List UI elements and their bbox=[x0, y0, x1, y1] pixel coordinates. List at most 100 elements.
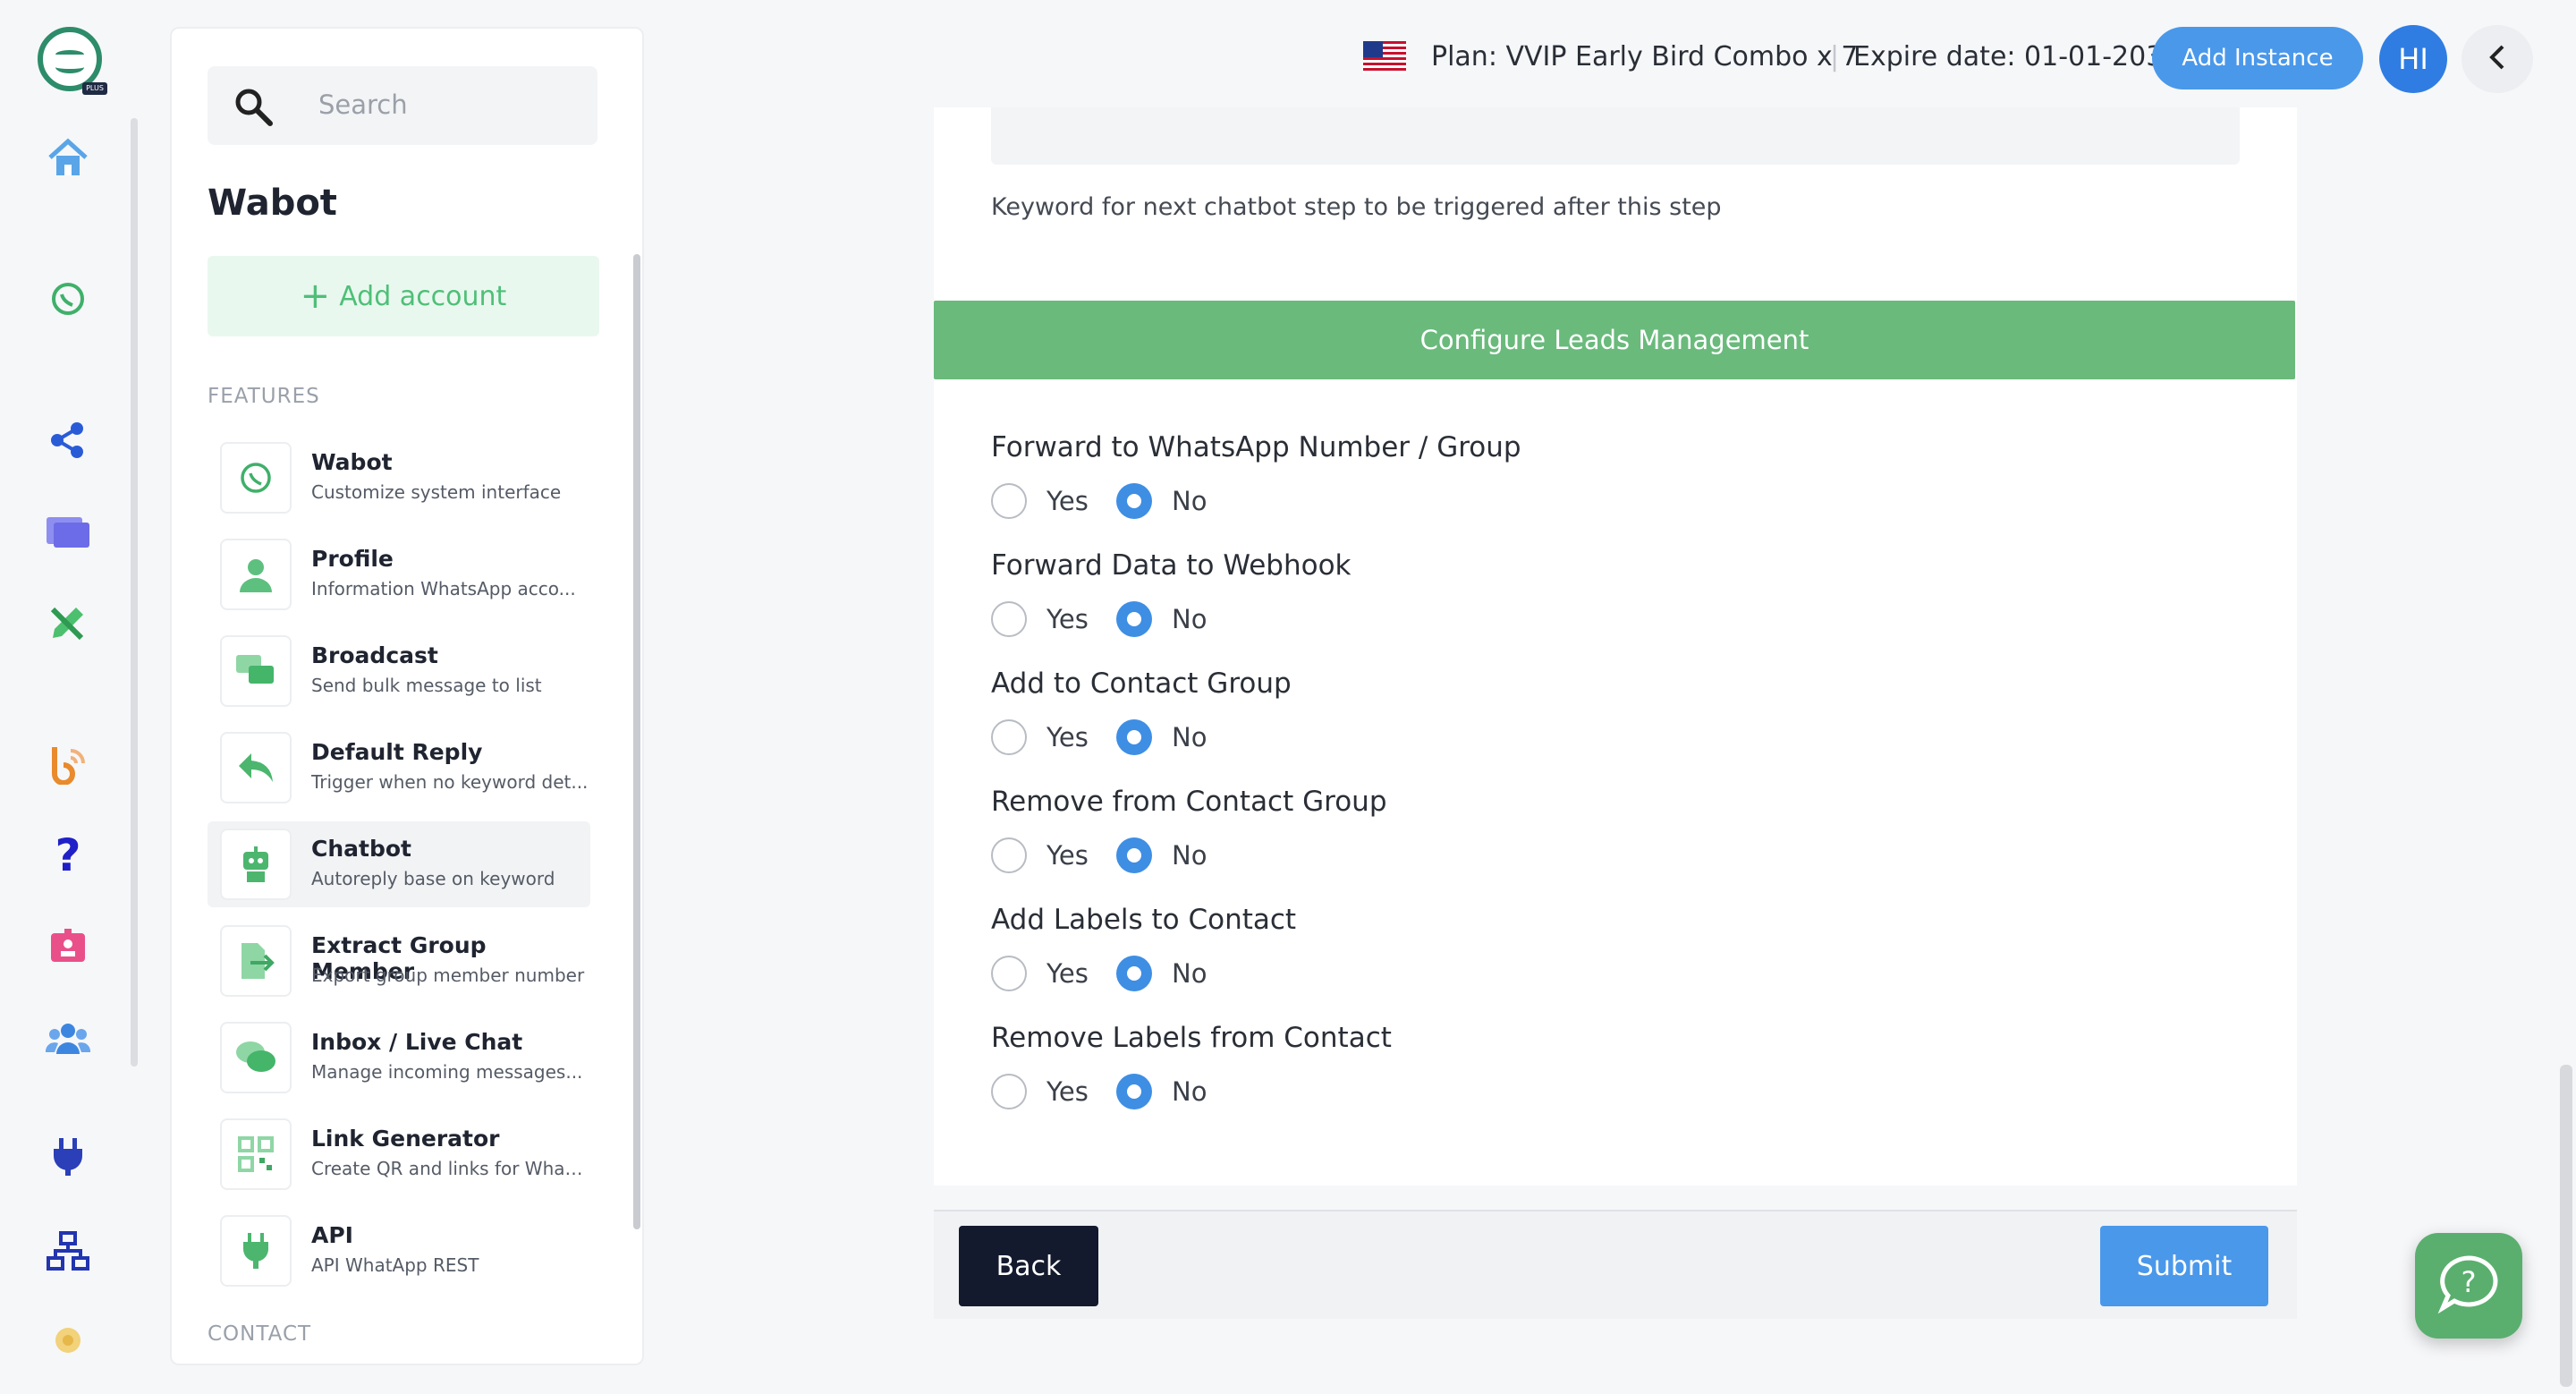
radio-no[interactable]: No bbox=[1116, 956, 1207, 991]
plug-icon[interactable] bbox=[43, 1131, 93, 1181]
help-question-icon[interactable]: ? bbox=[43, 829, 93, 881]
radio-label: Yes bbox=[1046, 958, 1089, 989]
feature-item-api[interactable]: API API WhatApp REST bbox=[208, 1208, 590, 1294]
add-instance-button[interactable]: Add Instance bbox=[2152, 27, 2363, 89]
us-flag-icon[interactable] bbox=[1363, 41, 1406, 73]
radio-circle[interactable] bbox=[991, 483, 1027, 519]
feature-item-default-reply[interactable]: Default Reply Trigger when no keyword de… bbox=[208, 725, 590, 811]
radio-circle-selected[interactable] bbox=[1116, 837, 1152, 873]
section-features-label: FEATURES bbox=[208, 385, 320, 408]
feature-item-chatbot[interactable]: Chatbot Autoreply base on keyword bbox=[208, 821, 590, 907]
feature-desc: Customize system interface bbox=[311, 481, 562, 503]
chevron-left-icon bbox=[2487, 44, 2508, 74]
feature-sidebar: Search Wabot + Add account FEATURES Wabo… bbox=[170, 27, 644, 1365]
export-file-icon bbox=[220, 925, 292, 997]
chat-bubbles-icon bbox=[220, 635, 292, 707]
radio-no[interactable]: No bbox=[1116, 719, 1207, 755]
app-logo[interactable]: PLUS bbox=[38, 27, 107, 95]
expire-date-text: Expire date: 01-01-2038 bbox=[1853, 41, 2181, 72]
pencil-ruler-icon[interactable] bbox=[43, 598, 93, 648]
feature-name: Link Generator bbox=[311, 1126, 500, 1152]
radio-label: No bbox=[1172, 840, 1208, 871]
radio-label: No bbox=[1172, 722, 1208, 752]
user-avatar[interactable]: HI bbox=[2379, 25, 2447, 93]
keyword-hint: Keyword for next chatbot step to be trig… bbox=[991, 193, 1722, 221]
page-scrollbar[interactable] bbox=[2560, 1065, 2572, 1387]
users-icon[interactable] bbox=[43, 1013, 93, 1063]
search-box[interactable]: Search bbox=[208, 66, 597, 145]
radio-yes[interactable]: Yes bbox=[991, 837, 1089, 873]
section-contact-label: CONTACT bbox=[208, 1322, 312, 1346]
chatbot-form-card: Keyword for next chatbot step to be trig… bbox=[934, 107, 2297, 1186]
feature-item-inbox-live-chat[interactable]: Inbox / Live Chat Manage incoming messag… bbox=[208, 1015, 590, 1101]
reply-icon bbox=[220, 732, 292, 803]
radio-label: No bbox=[1172, 486, 1208, 516]
feature-name: Profile bbox=[311, 546, 394, 572]
feature-name: Inbox / Live Chat bbox=[311, 1029, 523, 1055]
radio-circle[interactable] bbox=[991, 1074, 1027, 1109]
feature-item-broadcast[interactable]: Broadcast Send bulk message to list bbox=[208, 628, 590, 714]
add-account-label: Add account bbox=[339, 280, 507, 312]
collapse-button[interactable] bbox=[2462, 25, 2533, 93]
radio-circle-selected[interactable] bbox=[1116, 1074, 1152, 1109]
radio-yes[interactable]: Yes bbox=[991, 956, 1089, 991]
share-icon[interactable] bbox=[43, 415, 93, 465]
feature-item-profile[interactable]: Profile Information WhatsApp acco... bbox=[208, 531, 590, 617]
feature-name: Broadcast bbox=[311, 642, 438, 668]
sitemap-icon[interactable] bbox=[43, 1226, 93, 1276]
radio-circle-selected[interactable] bbox=[1116, 483, 1152, 519]
blog-icon[interactable] bbox=[43, 739, 93, 789]
whatsapp-icon[interactable] bbox=[43, 274, 93, 324]
sidebar-title: Wabot bbox=[208, 183, 337, 224]
feature-desc: Manage incoming messages... bbox=[311, 1061, 583, 1083]
radio-no[interactable]: No bbox=[1116, 1074, 1207, 1109]
home-icon[interactable] bbox=[43, 132, 93, 183]
radio-no[interactable]: No bbox=[1116, 601, 1207, 637]
plug-icon bbox=[220, 1215, 292, 1287]
folder-icon[interactable] bbox=[43, 505, 93, 555]
question-label: Forward to WhatsApp Number / Group bbox=[991, 431, 1521, 463]
leads-management-header: Configure Leads Management bbox=[934, 301, 2295, 379]
radio-circle-selected[interactable] bbox=[1116, 601, 1152, 637]
question-label: Remove Labels from Contact bbox=[991, 1022, 1392, 1054]
feature-desc: Send bulk message to list bbox=[311, 675, 542, 696]
id-badge-icon[interactable] bbox=[43, 922, 93, 972]
plan-text: Plan: VVIP Early Bird Combo x 7 bbox=[1431, 41, 1859, 72]
svg-text:?: ? bbox=[2462, 1265, 2477, 1299]
radio-circle[interactable] bbox=[991, 719, 1027, 755]
sidebar-scrollbar[interactable] bbox=[633, 254, 640, 1229]
question-label: Add Labels to Contact bbox=[991, 904, 1297, 936]
rail-scrollbar[interactable] bbox=[131, 118, 138, 1067]
robot-icon bbox=[220, 829, 292, 900]
radio-circle[interactable] bbox=[991, 956, 1027, 991]
radio-yes[interactable]: Yes bbox=[991, 483, 1089, 519]
feature-item-link-generator[interactable]: Link Generator Create QR and links for W… bbox=[208, 1111, 590, 1197]
feature-desc: Autoreply base on keyword bbox=[311, 868, 555, 889]
question-label: Remove from Contact Group bbox=[991, 786, 1387, 818]
feature-item-extract-group-member[interactable]: Extract Group Member Export group member… bbox=[208, 918, 590, 1004]
user-icon bbox=[220, 539, 292, 610]
radio-circle[interactable] bbox=[991, 601, 1027, 637]
back-button[interactable]: Back bbox=[959, 1226, 1098, 1306]
feature-name: Wabot bbox=[311, 449, 393, 475]
radio-yes[interactable]: Yes bbox=[991, 601, 1089, 637]
radio-circle-selected[interactable] bbox=[1116, 719, 1152, 755]
settings-gear-icon[interactable] bbox=[43, 1315, 93, 1365]
whatsapp-icon bbox=[220, 442, 292, 514]
feature-desc: Information WhatsApp acco... bbox=[311, 578, 576, 599]
radio-yes[interactable]: Yes bbox=[991, 719, 1089, 755]
add-account-button[interactable]: + Add account bbox=[208, 256, 599, 336]
radio-no[interactable]: No bbox=[1116, 837, 1207, 873]
radio-no[interactable]: No bbox=[1116, 483, 1207, 519]
help-chat-button[interactable]: ? bbox=[2415, 1233, 2522, 1339]
search-input[interactable]: Search bbox=[318, 89, 408, 120]
feature-desc: Create QR and links for What... bbox=[311, 1158, 589, 1179]
next-keyword-input[interactable] bbox=[991, 107, 2240, 165]
feature-item-wabot[interactable]: Wabot Customize system interface bbox=[208, 435, 590, 521]
form-footer: Back Submit bbox=[934, 1210, 2297, 1319]
radio-circle[interactable] bbox=[991, 837, 1027, 873]
submit-button[interactable]: Submit bbox=[2100, 1226, 2268, 1306]
radio-yes[interactable]: Yes bbox=[991, 1074, 1089, 1109]
radio-circle-selected[interactable] bbox=[1116, 956, 1152, 991]
radio-label: Yes bbox=[1046, 722, 1089, 752]
